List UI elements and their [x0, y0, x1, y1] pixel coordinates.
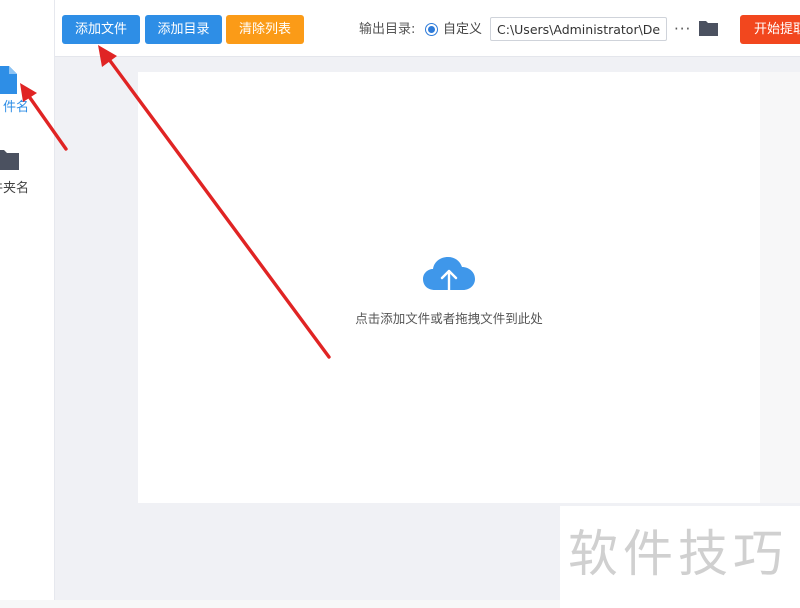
custom-radio[interactable]	[425, 23, 438, 36]
drop-hint-text: 点击添加文件或者拖拽文件到此处	[355, 311, 543, 326]
toolbar: 添加文件 添加目录 清除列表 输出目录: 自定义 ··· 开始提取	[55, 0, 800, 57]
watermark-text: 软件技巧	[568, 525, 788, 583]
cloud-upload-icon	[423, 257, 475, 302]
folder-browse-icon[interactable]	[699, 20, 718, 36]
file-icon	[0, 66, 17, 94]
more-options-button[interactable]: ···	[674, 15, 691, 44]
output-path-input[interactable]	[490, 17, 667, 41]
folder-icon	[0, 150, 19, 170]
sidebar-item-label: 件夹名	[0, 181, 29, 196]
add-directory-button[interactable]: 添加目录	[145, 15, 222, 44]
sidebar-item-label: 件名	[2, 100, 29, 115]
output-directory-label: 输出目录:	[359, 22, 416, 37]
sidebar-item-file-name[interactable]: 件名	[0, 60, 54, 120]
sidebar-item-folder-name[interactable]: 件夹名	[0, 142, 54, 202]
watermark: 软件技巧	[560, 506, 800, 608]
clear-list-button[interactable]: 清除列表	[226, 15, 304, 44]
add-file-button[interactable]: 添加文件	[62, 15, 140, 44]
start-button[interactable]: 开始提取	[740, 15, 800, 44]
file-drop-zone[interactable]: 点击添加文件或者拖拽文件到此处	[138, 72, 800, 503]
custom-radio-label[interactable]: 自定义	[443, 15, 482, 44]
sidebar: 件名 件夹名	[0, 0, 55, 600]
